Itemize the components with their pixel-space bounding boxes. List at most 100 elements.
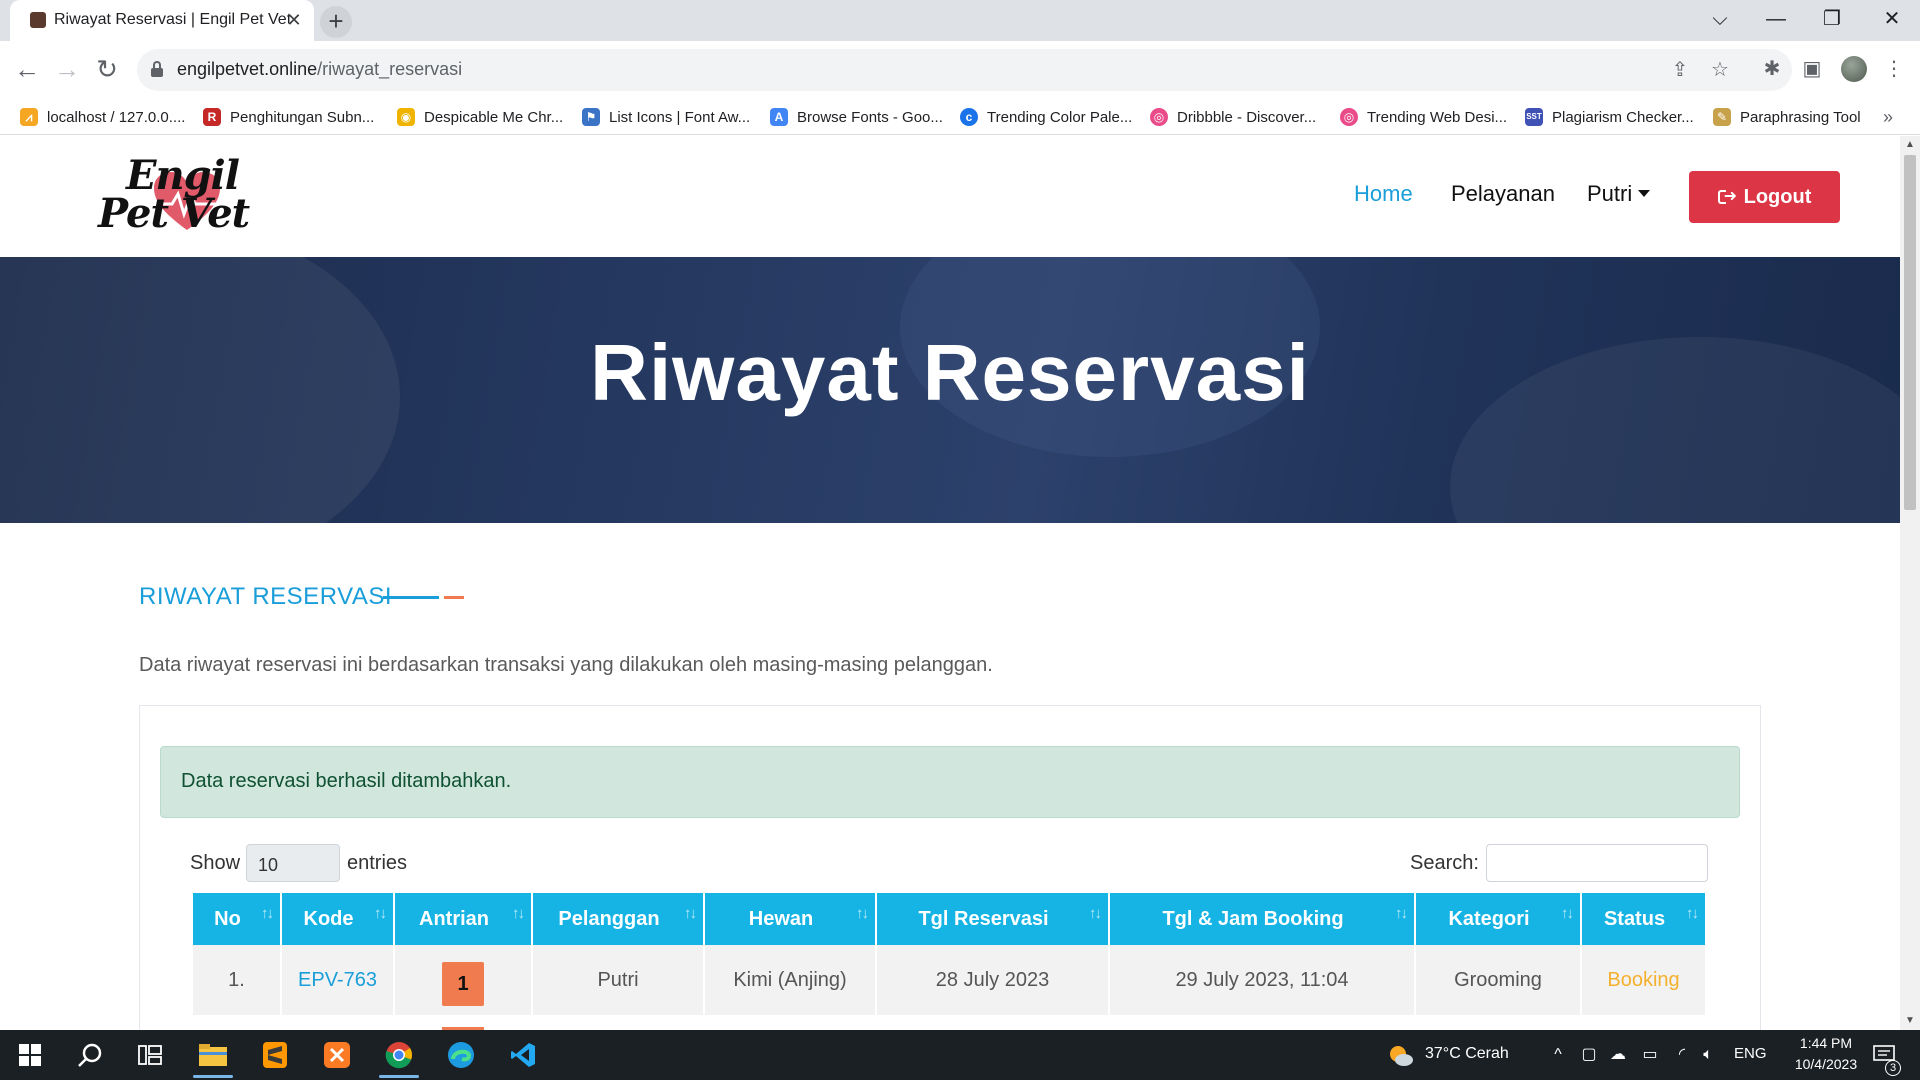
column-header-hewan[interactable]: Hewan ↑↓ xyxy=(704,893,877,945)
extensions-puzzle-icon[interactable]: ✱ xyxy=(1758,55,1786,83)
column-header-kategori[interactable]: Kategori ↑↓ xyxy=(1415,893,1582,945)
entries-select[interactable]: 10 xyxy=(246,844,340,882)
search-input[interactable] xyxy=(1486,844,1708,882)
bookmark-item[interactable]: SST Plagiarism Checker... xyxy=(1525,99,1694,135)
site-logo[interactable]: Engil Pet Vet xyxy=(96,152,306,242)
logout-label: Logout xyxy=(1743,185,1812,208)
side-panel-icon[interactable]: ▣ xyxy=(1798,55,1826,83)
scrollbar-thumb[interactable] xyxy=(1904,155,1916,510)
minimize-button[interactable]: — xyxy=(1748,0,1804,41)
forward-arrow-icon[interactable]: → xyxy=(49,51,85,87)
nav-user-label: Putri xyxy=(1587,181,1633,206)
sort-icon: ↑↓ xyxy=(1686,905,1699,922)
reservation-card: Data reservasi berhasil ditambahkan. Sho… xyxy=(139,705,1761,1030)
restore-button[interactable]: ❐ xyxy=(1804,0,1860,41)
queue-number-badge: 1 xyxy=(442,962,484,1006)
sort-icon: ↑↓ xyxy=(1395,905,1408,922)
column-header-status[interactable]: Status ↑↓ xyxy=(1581,893,1707,945)
scroll-up-arrow-icon[interactable]: ▲ xyxy=(1900,136,1920,154)
lock-icon[interactable] xyxy=(151,61,163,77)
sort-icon: ↑↓ xyxy=(856,905,869,922)
bookmark-item[interactable]: ◎ Trending Web Desi... xyxy=(1340,99,1507,135)
share-icon[interactable]: ⇪ xyxy=(1667,57,1693,83)
meet-now-icon[interactable]: ▢ xyxy=(1579,1045,1599,1065)
scroll-down-arrow-icon[interactable]: ▼ xyxy=(1900,1012,1920,1030)
browser-menu-icon[interactable]: ⋮ xyxy=(1880,55,1908,83)
windows-taskbar: 37°C Cerah ^ ▢ ☁ ▭ ◜ 🔈︎ ENG 1:44 PM 10/4… xyxy=(0,1030,1920,1080)
back-arrow-icon[interactable]: ← xyxy=(9,51,45,87)
cell-hewan: Kimi (Anjing) xyxy=(704,945,877,1015)
url-text[interactable]: engilpetvet.online/riwayat_reservasi xyxy=(177,59,462,80)
tab-search-chevron-icon[interactable]: ⌵ xyxy=(1692,0,1748,41)
coolors-icon: c xyxy=(960,108,978,126)
sort-icon: ↑↓ xyxy=(684,905,697,922)
chrome-icon[interactable] xyxy=(369,1030,429,1080)
tray-chevron-up-icon[interactable]: ^ xyxy=(1548,1045,1568,1065)
cell-kategori: Grooming xyxy=(1415,945,1582,1015)
nav-home[interactable]: Home xyxy=(1354,181,1413,207)
xampp-icon[interactable] xyxy=(307,1030,367,1080)
notification-count-badge: 3 xyxy=(1885,1060,1901,1076)
column-header-no[interactable]: No ↑↓ xyxy=(193,893,282,945)
table-row: 1. EPV-763 1 Putri Kimi (Anjing) 28 July… xyxy=(193,945,1707,1015)
title-underline-orange xyxy=(444,596,464,599)
show-label: Show xyxy=(190,852,241,874)
phpmyadmin-icon: ⩘ xyxy=(20,108,38,126)
sublime-text-icon[interactable] xyxy=(245,1030,305,1080)
bookmark-item[interactable]: ⩘ localhost / 127.0.0.... xyxy=(20,99,185,135)
column-header-antrian[interactable]: Antrian ↑↓ xyxy=(394,893,533,945)
cell-status: Booking xyxy=(1581,945,1707,1015)
bookmark-item[interactable]: R Penghitungan Subn... xyxy=(203,99,374,135)
cloud-sync-error-icon[interactable]: ☁ xyxy=(1608,1045,1628,1065)
section-description: Data riwayat reservasi ini berdasarkan t… xyxy=(139,654,993,676)
cell-kode-link[interactable]: EPV-763 xyxy=(281,945,395,1015)
logout-button[interactable]: ➜ Logout xyxy=(1689,171,1840,223)
bookmarks-overflow-icon[interactable]: » xyxy=(1883,99,1893,135)
address-bar[interactable]: engilpetvet.online/riwayat_reservasi ⇪ ☆ xyxy=(137,49,1792,91)
bookmark-item[interactable]: ✎ Paraphrasing Tool xyxy=(1713,99,1861,135)
bookmark-item[interactable]: ◎ Dribbble - Discover... xyxy=(1150,99,1316,135)
clock-date[interactable]: 10/4/2023 xyxy=(1790,1056,1862,1072)
page-scrollbar[interactable]: ▲ ▼ xyxy=(1900,136,1920,1030)
nav-pelayanan[interactable]: Pelayanan xyxy=(1451,181,1555,207)
profile-avatar[interactable] xyxy=(1841,56,1867,82)
browser-tab-active[interactable]: Riwayat Reservasi | Engil Pet Vet ✕ xyxy=(10,0,314,41)
success-alert: Data reservasi berhasil ditambahkan. xyxy=(160,746,1740,818)
tab-close-icon[interactable]: ✕ xyxy=(282,8,306,32)
file-explorer-icon[interactable] xyxy=(183,1030,243,1080)
column-header-pelanggan[interactable]: Pelanggan ↑↓ xyxy=(532,893,705,945)
column-header-kode[interactable]: Kode ↑↓ xyxy=(281,893,395,945)
clock-time[interactable]: 1:44 PM xyxy=(1790,1035,1862,1051)
search-icon[interactable] xyxy=(60,1030,120,1080)
edge-icon[interactable] xyxy=(431,1030,491,1080)
weather-text[interactable]: 37°C Cerah xyxy=(1425,1045,1509,1063)
minion-icon: ◉ xyxy=(397,108,415,126)
windows-start-icon[interactable] xyxy=(0,1030,60,1080)
vscode-icon[interactable] xyxy=(493,1030,553,1080)
language-indicator[interactable]: ENG xyxy=(1734,1045,1767,1062)
bookmark-star-icon[interactable]: ☆ xyxy=(1707,57,1733,83)
cell-tgl-booking: 29 July 2023, 11:04 xyxy=(1109,945,1416,1015)
reload-icon[interactable]: ↻ xyxy=(89,51,125,87)
new-tab-button[interactable]: + xyxy=(320,6,352,38)
browser-toolbar: ← → ↻ engilpetvet.online/riwayat_reserva… xyxy=(0,41,1920,99)
battery-icon[interactable]: ▭ xyxy=(1640,1045,1660,1065)
bookmark-item[interactable]: A Browse Fonts - Goo... xyxy=(770,99,943,135)
volume-icon[interactable]: 🔈︎ xyxy=(1698,1045,1718,1065)
table-header-row: No ↑↓ Kode ↑↓ Antrian ↑↓ Pelanggan ↑↓ Hewan ↑… xyxy=(193,893,1707,945)
bookmark-item[interactable]: c Trending Color Pale... xyxy=(960,99,1132,135)
close-window-button[interactable]: ✕ xyxy=(1864,0,1920,41)
entries-label: entries xyxy=(347,852,408,874)
weather-icon[interactable] xyxy=(1388,1045,1414,1066)
logo-text-line2: Pet Vet xyxy=(98,190,250,237)
wifi-icon[interactable]: ◜ xyxy=(1672,1045,1692,1065)
bookmark-item[interactable]: ◉ Despicable Me Chr... xyxy=(397,99,563,135)
reservation-table: No ↑↓ Kode ↑↓ Antrian ↑↓ Pelanggan ↑↓ Hewan ↑… xyxy=(193,893,1707,1015)
column-header-tgl-reservasi[interactable]: Tgl Reservasi ↑↓ xyxy=(876,893,1110,945)
column-header-tgl-jam-booking[interactable]: Tgl & Jam Booking ↑↓ xyxy=(1109,893,1416,945)
bookmark-item[interactable]: ⚑ List Icons | Font Aw... xyxy=(582,99,750,135)
nav-user-dropdown[interactable]: Putri xyxy=(1587,181,1651,207)
task-view-icon[interactable] xyxy=(120,1030,180,1080)
alert-message: Data reservasi berhasil ditambahkan. xyxy=(181,770,512,792)
google-fonts-icon: A xyxy=(770,108,788,126)
